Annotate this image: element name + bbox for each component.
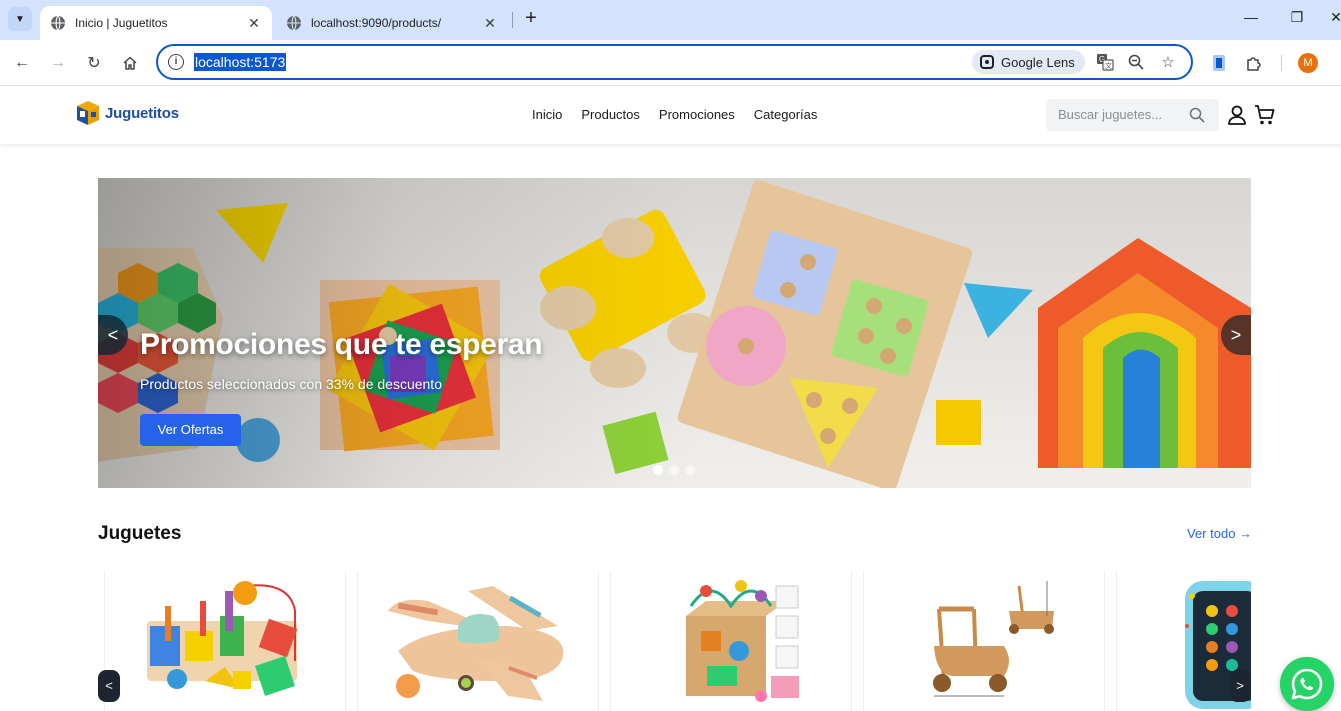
carousel-dot-3[interactable]: [685, 465, 695, 475]
hero-carousel: Promociones que te esperan Productos sel…: [98, 178, 1251, 488]
section-title-juguetes: Juguetes: [98, 523, 182, 544]
user-icon[interactable]: [1226, 104, 1248, 126]
site-header: Juguetitos Inicio Productos Promociones …: [0, 86, 1341, 144]
nav-item-productos[interactable]: Productos: [581, 107, 640, 122]
reload-icon[interactable]: ↻: [82, 51, 106, 75]
products-next-button[interactable]: >: [1229, 670, 1251, 702]
logo-text: Juguetitos: [105, 104, 179, 122]
bookmark-star-icon[interactable]: ☆: [1158, 52, 1178, 72]
site-info-icon[interactable]: i: [168, 54, 184, 70]
globe-icon: [287, 15, 301, 31]
cart-icon[interactable]: [1254, 104, 1276, 126]
tab-search-chevron-icon[interactable]: ▼: [8, 7, 32, 31]
forward-icon[interactable]: →: [46, 51, 70, 75]
hero-title: Promociones que te esperan: [140, 328, 543, 361]
search-input[interactable]: Buscar juguetes...: [1058, 107, 1162, 122]
nav-item-inicio[interactable]: Inicio: [532, 107, 562, 122]
product-card[interactable]: [104, 571, 346, 711]
product-card[interactable]: [357, 571, 599, 711]
address-bar[interactable]: i localhost:5173 Google Lens G文 ☆: [156, 44, 1193, 80]
tab-title: localhost:9090/products/: [311, 16, 442, 30]
search-icon[interactable]: [1189, 107, 1205, 123]
toolbar-separator: [1281, 55, 1282, 71]
whatsapp-icon[interactable]: [1280, 657, 1334, 711]
product-image-baby-walker: [933, 581, 1054, 697]
tab-products[interactable]: localhost:9090/products/ ✕: [276, 6, 508, 40]
search-box[interactable]: Buscar juguetes...: [1046, 99, 1219, 131]
reading-mode-icon[interactable]: [1207, 51, 1231, 75]
home-icon[interactable]: [118, 51, 142, 75]
google-lens-button[interactable]: Google Lens: [972, 50, 1085, 74]
browser-toolbar: ← → ↻ i localhost:5173 Google Lens G文 ☆ …: [0, 40, 1341, 86]
zoom-icon[interactable]: [1126, 52, 1146, 72]
browser-tab-strip: ▼ Inicio | Juguetitos ✕ localhost:9090/p…: [0, 0, 1341, 40]
product-image-wooden-airplane: [388, 586, 564, 701]
new-tab-icon[interactable]: +: [520, 8, 542, 30]
translate-icon[interactable]: G文: [1095, 52, 1115, 72]
profile-avatar[interactable]: M: [1298, 53, 1318, 73]
lens-label: Google Lens: [1001, 54, 1075, 70]
product-card[interactable]: [610, 571, 852, 711]
main-nav: Inicio Productos Promociones Categorías: [532, 107, 836, 122]
carousel-dot-1[interactable]: [653, 465, 663, 475]
product-carousel: [104, 571, 1251, 711]
see-all-link[interactable]: Ver todo →: [1187, 526, 1252, 541]
restore-icon[interactable]: ❐: [1287, 9, 1307, 26]
toy-cube-logo-icon: [77, 101, 99, 125]
view-offers-button[interactable]: Ver Ofertas: [140, 414, 241, 446]
carousel-dot-2[interactable]: [669, 465, 679, 475]
nav-item-promociones[interactable]: Promociones: [659, 107, 735, 122]
close-tab-icon[interactable]: ✕: [482, 15, 498, 32]
url-text[interactable]: localhost:5173: [194, 53, 287, 71]
hero-subtitle: Productos seleccionados con 33% de descu…: [140, 376, 442, 392]
tab-inicio[interactable]: Inicio | Juguetitos ✕: [40, 6, 272, 40]
nav-item-categorias[interactable]: Categorías: [754, 107, 818, 122]
product-card[interactable]: [863, 571, 1105, 711]
minimize-icon[interactable]: —: [1241, 9, 1261, 25]
globe-icon: [51, 15, 65, 31]
close-window-icon[interactable]: ✕: [1326, 9, 1341, 26]
product-image-activity-cube: [686, 580, 799, 702]
products-prev-button[interactable]: <: [98, 670, 120, 702]
back-icon[interactable]: ←: [10, 51, 34, 75]
svg-text:文: 文: [1105, 61, 1112, 70]
lens-icon: [980, 55, 994, 69]
tab-title: Inicio | Juguetitos: [75, 16, 168, 30]
tab-separator: [512, 12, 513, 28]
carousel-indicators: [653, 465, 695, 475]
close-tab-icon[interactable]: ✕: [246, 15, 262, 32]
extensions-icon[interactable]: [1242, 51, 1266, 75]
site-logo[interactable]: Juguetitos: [74, 98, 179, 128]
product-image-shape-sorter: [147, 581, 298, 696]
